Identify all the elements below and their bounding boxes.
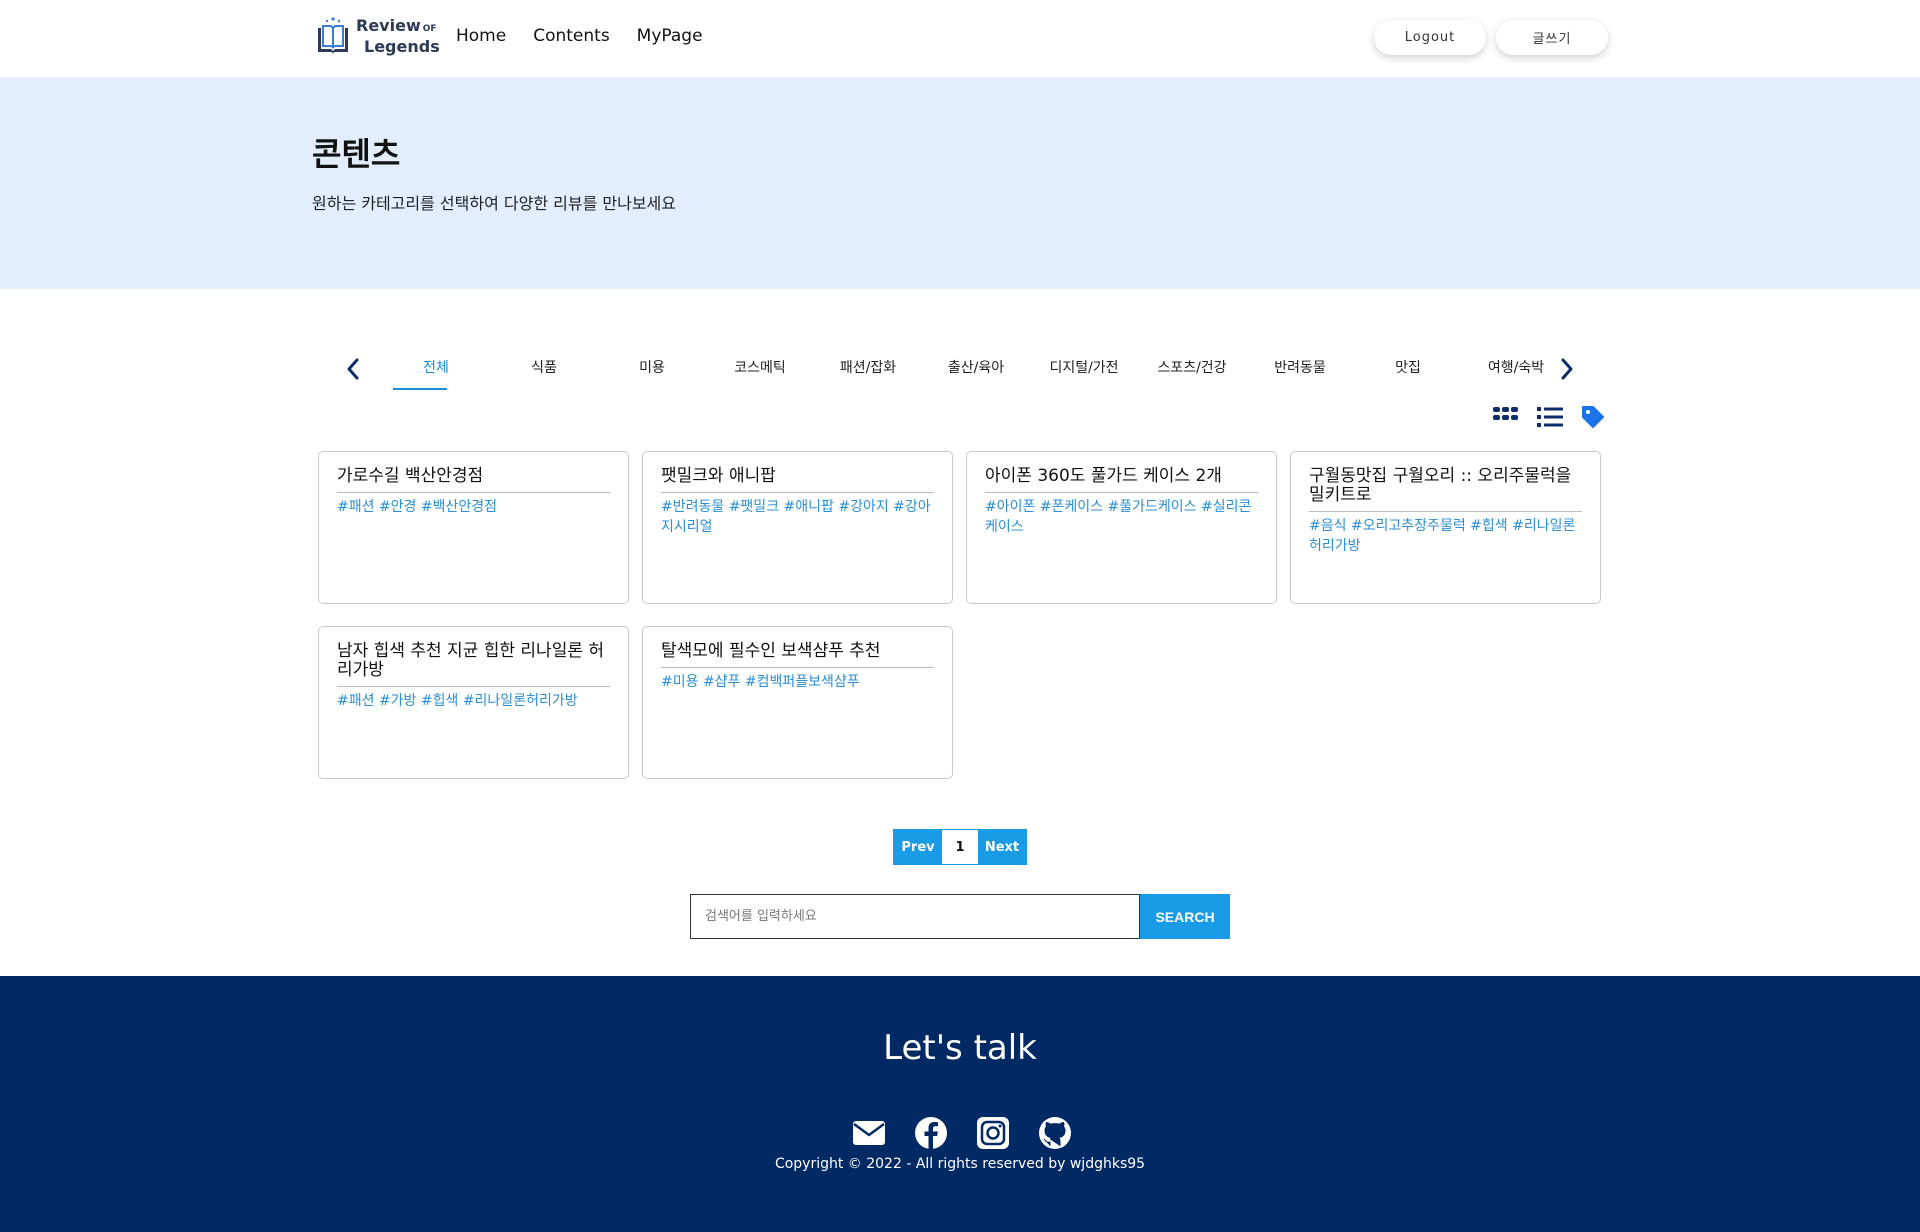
write-button[interactable]: 글쓰기 — [1496, 20, 1608, 55]
review-card-grid: 가로수길 백산안경점 #패션 #안경 #백산안경점 팻밀크와 애니팝 #반려동물… — [318, 451, 1601, 779]
mail-icon[interactable] — [850, 1114, 888, 1152]
grid-view-icon[interactable] — [1493, 407, 1519, 431]
logo[interactable]: Review OF Legends — [314, 14, 440, 58]
category-tab-all[interactable]: 전체 — [382, 350, 490, 390]
card-tags: #반려동물 #팻밀크 #애니팝 #강아지 #강아지시리얼 — [661, 499, 931, 535]
tag-icon[interactable] — [1581, 405, 1605, 433]
page-number-button[interactable]: 1 — [942, 830, 978, 864]
card-tags: #미용 #샴푸 #컴백퍼플보색샴푸 — [661, 674, 860, 690]
review-card[interactable]: 가로수길 백산안경점 #패션 #안경 #백산안경점 — [318, 451, 629, 604]
chevron-left-icon[interactable] — [338, 354, 368, 384]
category-tab-sports[interactable]: 스포츠/건강 — [1138, 350, 1246, 390]
nav-home[interactable]: Home — [456, 26, 506, 46]
category-tab-parenting[interactable]: 출산/육아 — [922, 350, 1030, 390]
card-tags: #음식 #오리고추장주물럭 #힙색 #리나일론 허리가방 — [1309, 518, 1576, 554]
hero-banner: 콘텐츠 원하는 카테고리를 선택하여 다양한 리뷰를 만나보세요 — [0, 77, 1920, 289]
category-tab-food[interactable]: 식품 — [490, 350, 598, 390]
nav-contents[interactable]: Contents — [533, 26, 609, 46]
page-subtitle: 원하는 카테고리를 선택하여 다양한 리뷰를 만나보세요 — [312, 194, 676, 213]
category-tab-restaurants[interactable]: 맛집 — [1354, 350, 1462, 390]
category-tab-beauty[interactable]: 미용 — [598, 350, 706, 390]
list-view-icon[interactable] — [1537, 406, 1563, 432]
card-tags: #패션 #안경 #백산안경점 — [337, 499, 498, 515]
category-tab-pets[interactable]: 반려동물 — [1246, 350, 1354, 390]
logout-button[interactable]: Logout — [1374, 20, 1486, 55]
card-title: 구월동맛집 구월오리 :: 오리주물럭을 밀키트로 — [1309, 467, 1582, 512]
top-header: Review OF Legends Home Contents MyPage Lo… — [0, 0, 1920, 77]
review-card[interactable]: 팻밀크와 애니팝 #반려동물 #팻밀크 #애니팝 #강아지 #강아지시리얼 — [642, 451, 953, 604]
pagination: Prev 1 Next — [893, 829, 1027, 865]
card-title: 남자 힙색 추천 지균 힙한 리나일론 허리가방 — [337, 642, 610, 687]
category-tab-digital[interactable]: 디지털/가전 — [1030, 350, 1138, 390]
view-toggle — [1493, 405, 1605, 433]
search-button[interactable]: SEARCH — [1140, 894, 1230, 939]
chevron-right-icon[interactable] — [1552, 354, 1582, 384]
review-card[interactable]: 아이폰 360도 풀가드 케이스 2개 #아이폰 #폰케이스 #풀가드케이스 #… — [966, 451, 1277, 604]
card-tags: #아이폰 #폰케이스 #풀가드케이스 #실리콘케이스 — [985, 499, 1252, 535]
card-tags: #패션 #가방 #힙색 #리나일론허리가방 — [337, 693, 578, 709]
category-tabs: 전체 식품 미용 코스메틱 패션/잡화 출산/육아 디지털/가전 스포츠/건강 … — [382, 350, 1570, 390]
search-input[interactable] — [690, 894, 1140, 939]
copyright-text: Copyright © 2022 - All rights reserved b… — [774, 1156, 1146, 1172]
category-tab-fashion[interactable]: 패션/잡화 — [814, 350, 922, 390]
footer: Let's talk Copyright © 2022 - All rights… — [0, 976, 1920, 1232]
github-icon[interactable] — [1036, 1114, 1074, 1152]
logo-of: OF — [422, 23, 437, 34]
prev-page-button[interactable]: Prev — [894, 830, 942, 864]
card-title: 가로수길 백산안경점 — [337, 467, 610, 493]
logo-line2: Legends — [364, 36, 440, 56]
social-links — [850, 1114, 1074, 1152]
review-card[interactable]: 남자 힙색 추천 지균 힙한 리나일론 허리가방 #패션 #가방 #힙색 #리나… — [318, 626, 629, 779]
review-card[interactable]: 탈색모에 필수인 보색샴푸 추천 #미용 #샴푸 #컴백퍼플보색샴푸 — [642, 626, 953, 779]
facebook-icon[interactable] — [912, 1114, 950, 1152]
nav-mypage[interactable]: MyPage — [637, 26, 703, 46]
next-page-button[interactable]: Next — [978, 830, 1026, 864]
logo-text: Review OF Legends — [356, 15, 440, 56]
logo-line1: Review — [356, 15, 421, 35]
instagram-icon[interactable] — [974, 1114, 1012, 1152]
card-title: 팻밀크와 애니팝 — [661, 467, 934, 493]
review-card[interactable]: 구월동맛집 구월오리 :: 오리주물럭을 밀키트로 #음식 #오리고추장주물럭 … — [1290, 451, 1601, 604]
main-nav: Home Contents MyPage — [456, 26, 703, 46]
footer-title: Let's talk — [883, 1028, 1037, 1068]
card-title: 탈색모에 필수인 보색샴푸 추천 — [661, 642, 934, 668]
category-tab-cosmetics[interactable]: 코스메틱 — [706, 350, 814, 390]
card-title: 아이폰 360도 풀가드 케이스 2개 — [985, 467, 1258, 493]
page-title: 콘텐츠 — [312, 135, 401, 173]
book-logo-icon — [318, 17, 348, 54]
